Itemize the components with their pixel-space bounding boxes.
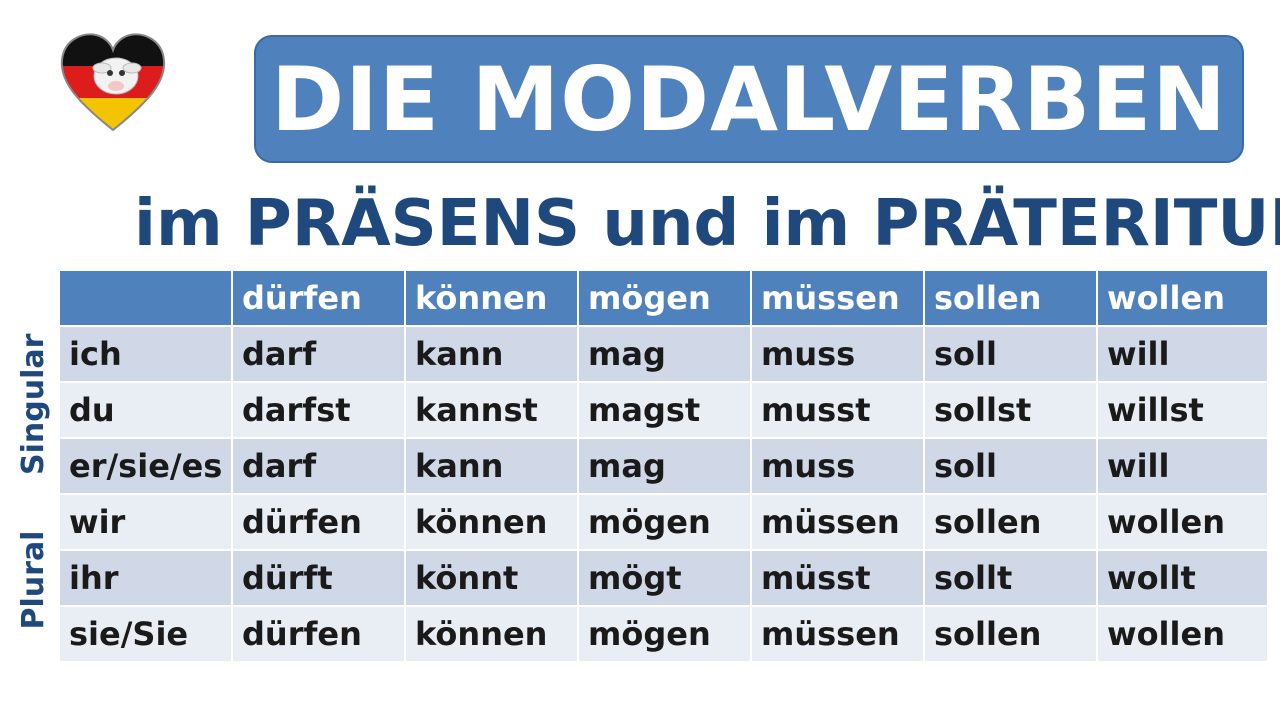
table-cell: darf [231, 325, 406, 383]
table-cell: müssen [750, 605, 925, 663]
header-cell-moegen: mögen [577, 269, 752, 327]
table-header-row: dürfen können mögen müssen sollen wollen [58, 269, 1269, 327]
side-label-plural: Plural [16, 530, 51, 630]
table-cell: mag [577, 437, 752, 495]
table-row: du darfst kannst magst musst sollst will… [58, 381, 1269, 439]
table-cell: darfst [231, 381, 406, 439]
table-cell: sollt [923, 549, 1098, 607]
table-cell: muss [750, 437, 925, 495]
table-cell: mögen [577, 605, 752, 663]
header-cell-duerfen: dürfen [231, 269, 406, 327]
conjugation-table: dürfen können mögen müssen sollen wollen… [58, 269, 1269, 663]
table-cell: dürft [231, 549, 406, 607]
header-cell-muessen: müssen [750, 269, 925, 327]
pronoun-cell: wir [58, 493, 233, 551]
table-row: wir dürfen können mögen müssen sollen wo… [58, 493, 1269, 551]
pronoun-cell: ihr [58, 549, 233, 607]
table-row: ich darf kann mag muss soll will [58, 325, 1269, 383]
table-cell: musst [750, 381, 925, 439]
table-cell: kannst [404, 381, 579, 439]
table-cell: müsst [750, 549, 925, 607]
table-cell: soll [923, 437, 1098, 495]
table-cell: magst [577, 381, 752, 439]
table-cell: will [1096, 437, 1269, 495]
pronoun-cell: sie/Sie [58, 605, 233, 663]
pronoun-cell: er/sie/es [58, 437, 233, 495]
table-cell: muss [750, 325, 925, 383]
page-subtitle: im PRÄSENS und im PRÄTERITUM [134, 187, 1280, 261]
table-cell: wollt [1096, 549, 1269, 607]
table-cell: dürfen [231, 493, 406, 551]
table-cell: will [1096, 325, 1269, 383]
table-cell: willst [1096, 381, 1269, 439]
german-flag-heart-sheep-icon [58, 30, 168, 134]
table-cell: könnt [404, 549, 579, 607]
header-cell-wollen: wollen [1096, 269, 1269, 327]
pronoun-cell: du [58, 381, 233, 439]
title-banner: DIE MODALVERBEN [254, 35, 1244, 163]
table-cell: dürfen [231, 605, 406, 663]
table-cell: mag [577, 325, 752, 383]
table-cell: wollen [1096, 605, 1269, 663]
table-row: er/sie/es darf kann mag muss soll will [58, 437, 1269, 495]
table-cell: sollst [923, 381, 1098, 439]
table-cell: soll [923, 325, 1098, 383]
table-cell: sollen [923, 493, 1098, 551]
table-cell: müssen [750, 493, 925, 551]
table-cell: darf [231, 437, 406, 495]
table-row: ihr dürft könnt mögt müsst sollt wollt [58, 549, 1269, 607]
table-cell: mögt [577, 549, 752, 607]
table-cell: mögen [577, 493, 752, 551]
table-cell: können [404, 605, 579, 663]
header-cell-blank [58, 269, 233, 327]
header-cell-koennen: können [404, 269, 579, 327]
table-cell: kann [404, 325, 579, 383]
header-cell-sollen: sollen [923, 269, 1098, 327]
table-cell: sollen [923, 605, 1098, 663]
side-label-singular: Singular [16, 333, 51, 475]
pronoun-cell: ich [58, 325, 233, 383]
table-cell: wollen [1096, 493, 1269, 551]
table-cell: können [404, 493, 579, 551]
table-cell: kann [404, 437, 579, 495]
page-title: DIE MODALVERBEN [271, 47, 1227, 151]
table-row: sie/Sie dürfen können mögen müssen solle… [58, 605, 1269, 663]
